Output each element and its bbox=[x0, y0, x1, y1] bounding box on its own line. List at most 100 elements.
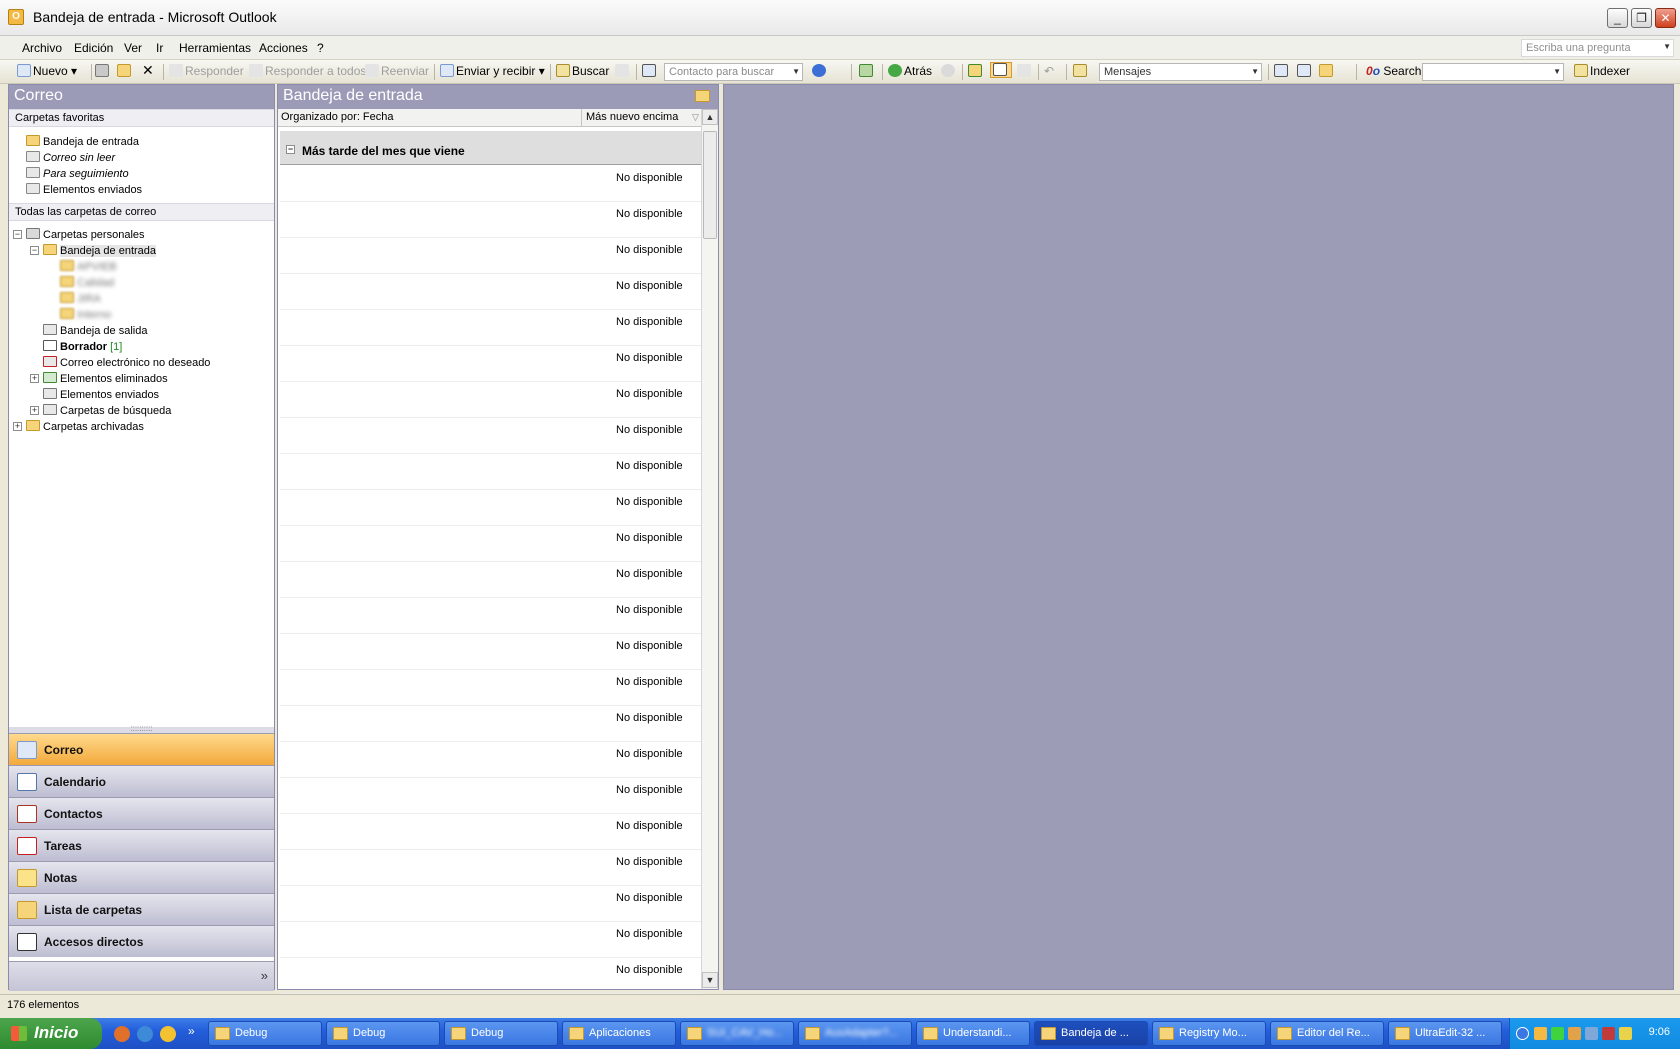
nav-button-calendar[interactable]: Calendario bbox=[9, 765, 274, 797]
favorite-unread-mail[interactable]: Correo sin leer bbox=[26, 151, 115, 164]
message-row[interactable]: No disponible bbox=[280, 346, 702, 382]
current-view-combo[interactable]: Mensajes ▼ bbox=[1099, 63, 1262, 81]
search-input[interactable]: ▼ bbox=[1422, 63, 1564, 81]
taskbar-item[interactable]: UltraEdit-32 ... bbox=[1388, 1021, 1502, 1046]
reply-button[interactable]: Responder bbox=[169, 64, 244, 78]
tray-status-icon[interactable] bbox=[1551, 1027, 1564, 1040]
taskbar-item[interactable]: Editor del Re... bbox=[1270, 1021, 1384, 1046]
ask-question-input[interactable]: Escriba una pregunta ▼ bbox=[1521, 39, 1674, 57]
up-one-level-button[interactable] bbox=[968, 64, 984, 78]
message-row[interactable]: No disponible bbox=[280, 562, 702, 598]
taskbar-item[interactable]: AuxAdapter?... bbox=[798, 1021, 912, 1046]
layout-button[interactable] bbox=[1297, 64, 1313, 78]
move-to-folder-button[interactable] bbox=[117, 64, 133, 78]
favorite-sent-items[interactable]: Elementos enviados bbox=[26, 183, 142, 196]
organize-button[interactable] bbox=[615, 64, 631, 78]
delete-button[interactable]: ✕ bbox=[142, 62, 154, 79]
nav-button-mail[interactable]: Correo bbox=[9, 733, 274, 765]
taskbar-item[interactable]: Aplicaciones bbox=[562, 1021, 676, 1046]
clock[interactable]: 9:06 bbox=[1649, 1026, 1670, 1038]
scroll-thumb[interactable] bbox=[703, 131, 717, 239]
forward-nav-button[interactable] bbox=[941, 64, 957, 78]
tray-hand-icon[interactable] bbox=[1568, 1027, 1581, 1040]
taskbar-item[interactable]: Debug bbox=[326, 1021, 440, 1046]
favorites-header[interactable]: Carpetas favoritas bbox=[9, 109, 274, 127]
outlook-app-icon[interactable]: O bbox=[8, 9, 24, 25]
menu-help[interactable]: ? bbox=[317, 41, 324, 55]
configure-buttons-icon[interactable]: » bbox=[261, 968, 268, 983]
reply-all-button[interactable]: Responder a todos bbox=[249, 64, 366, 78]
message-row[interactable]: No disponible bbox=[280, 598, 702, 634]
folder-personal[interactable]: Carpetas personales bbox=[26, 228, 145, 241]
taskbar-item[interactable]: Understandi... bbox=[916, 1021, 1030, 1046]
favorite-inbox[interactable]: Bandeja de entrada bbox=[26, 135, 139, 148]
group-header[interactable]: − Más tarde del mes que viene bbox=[280, 131, 702, 165]
print-button[interactable] bbox=[95, 64, 111, 78]
folder-junk[interactable]: Correo electrónico no deseado bbox=[43, 356, 210, 369]
send-receive-button[interactable]: Enviar y recibir ▾ bbox=[440, 64, 545, 78]
close-button[interactable]: ✕ bbox=[1655, 8, 1676, 28]
quicklaunch-more-icon[interactable]: » bbox=[188, 1024, 195, 1038]
message-row[interactable]: No disponible bbox=[280, 454, 702, 490]
search-folder-button[interactable] bbox=[1319, 64, 1335, 78]
favorite-follow-up[interactable]: Para seguimiento bbox=[26, 167, 129, 180]
rules-button[interactable] bbox=[859, 64, 875, 78]
undo-button[interactable]: ↶ bbox=[1044, 64, 1054, 78]
tray-network-icon[interactable] bbox=[1585, 1027, 1598, 1040]
message-row[interactable]: No disponible bbox=[280, 310, 702, 346]
folder-drafts[interactable]: Borrador [1] bbox=[43, 340, 122, 353]
tray-pen-icon[interactable] bbox=[1619, 1027, 1632, 1040]
indexer-button[interactable]: Indexer bbox=[1574, 64, 1630, 78]
folder-search-folders[interactable]: Carpetas de búsqueda bbox=[43, 404, 171, 417]
all-mail-folders-header[interactable]: Todas las carpetas de correo bbox=[9, 203, 274, 221]
taskbar-item[interactable]: Bandeja de ... bbox=[1034, 1021, 1148, 1046]
message-row[interactable]: No disponible bbox=[280, 706, 702, 742]
subfolder-3[interactable]: JIRA bbox=[60, 292, 101, 305]
day-view-button[interactable] bbox=[1274, 64, 1290, 78]
message-row[interactable]: No disponible bbox=[280, 778, 702, 814]
restore-button[interactable]: ❐ bbox=[1631, 8, 1652, 28]
folder-outbox[interactable]: Bandeja de salida bbox=[43, 324, 147, 337]
help-button[interactable] bbox=[812, 64, 828, 78]
folder-archive[interactable]: Carpetas archivadas bbox=[26, 420, 144, 433]
tray-collapse-icon[interactable] bbox=[1516, 1027, 1529, 1040]
menu-acciones[interactable]: Acciones bbox=[259, 41, 308, 55]
collapse-icon[interactable]: − bbox=[286, 145, 295, 154]
search-button[interactable]: 0o Search bbox=[1366, 64, 1421, 78]
taskbar-item[interactable]: Registry Mo... bbox=[1152, 1021, 1266, 1046]
nav-button-folder-list[interactable]: Lista de carpetas bbox=[9, 893, 274, 925]
scroll-up-icon[interactable]: ▲ bbox=[702, 109, 718, 125]
find-button[interactable]: Buscar bbox=[556, 64, 609, 78]
address-book-button[interactable] bbox=[642, 64, 658, 78]
message-row[interactable]: No disponible bbox=[280, 922, 702, 958]
collapse-icon[interactable]: − bbox=[13, 230, 22, 239]
back-button[interactable]: Atrás bbox=[888, 64, 932, 78]
folder-sent[interactable]: Elementos enviados bbox=[43, 388, 159, 401]
print-preview-button[interactable] bbox=[1017, 64, 1033, 78]
reading-pane[interactable] bbox=[723, 84, 1674, 990]
message-row[interactable]: No disponible bbox=[280, 814, 702, 850]
menu-archivo[interactable]: Archivo bbox=[22, 41, 62, 55]
new-button[interactable]: Nuevo ▾ bbox=[17, 64, 77, 78]
message-row[interactable]: No disponible bbox=[280, 958, 702, 994]
message-row[interactable]: No disponible bbox=[280, 670, 702, 706]
message-row[interactable]: No disponible bbox=[280, 886, 702, 922]
taskbar-item[interactable]: Debug bbox=[444, 1021, 558, 1046]
nav-button-tasks[interactable]: Tareas bbox=[9, 829, 274, 861]
message-row[interactable]: No disponible bbox=[280, 238, 702, 274]
minimize-button[interactable]: _ bbox=[1607, 8, 1628, 28]
firefox-icon[interactable] bbox=[114, 1026, 130, 1042]
sort-order-header[interactable]: Más nuevo encima bbox=[581, 109, 678, 127]
message-row[interactable]: No disponible bbox=[280, 742, 702, 778]
menu-ir[interactable]: Ir bbox=[156, 41, 163, 55]
subfolder-2[interactable]: Calidad bbox=[60, 276, 114, 289]
browser-icon[interactable] bbox=[137, 1026, 153, 1042]
message-row[interactable]: No disponible bbox=[280, 382, 702, 418]
subfolder-4[interactable]: Interno bbox=[60, 308, 111, 321]
expand-icon[interactable]: + bbox=[13, 422, 22, 431]
folder-deleted[interactable]: Elementos eliminados bbox=[43, 372, 168, 385]
reading-pane-button[interactable] bbox=[990, 62, 1012, 78]
message-row[interactable]: No disponible bbox=[280, 634, 702, 670]
taskbar-item[interactable]: SUI_CAV_Ho... bbox=[680, 1021, 794, 1046]
message-row[interactable]: No disponible bbox=[280, 526, 702, 562]
